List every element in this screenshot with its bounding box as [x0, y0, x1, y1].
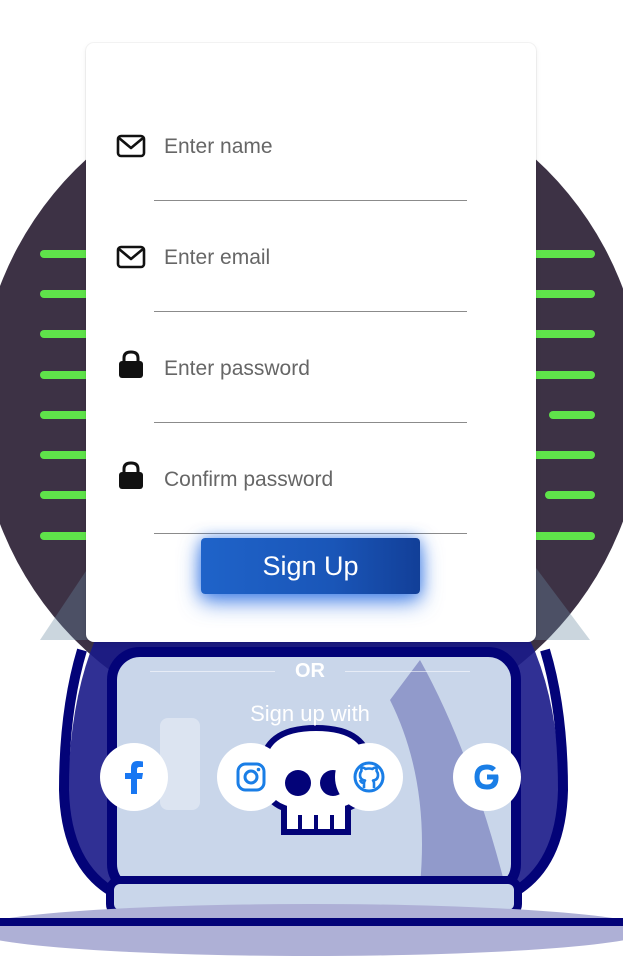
- lock-icon: [119, 350, 143, 378]
- google-icon: [474, 764, 499, 790]
- or-divider: OR: [150, 660, 470, 684]
- name-underline: [154, 200, 467, 201]
- name-input[interactable]: [164, 129, 464, 165]
- envelope-icon: [116, 134, 146, 158]
- lock-icon: [119, 461, 143, 489]
- envelope-icon: [116, 245, 146, 269]
- confirm-password-underline: [154, 533, 467, 534]
- sign-up-button[interactable]: Sign Up: [201, 538, 420, 594]
- or-text: OR: [295, 660, 325, 682]
- confirm-password-field: [86, 424, 536, 534]
- password-underline: [154, 422, 467, 423]
- github-icon: [353, 761, 385, 793]
- name-field: [86, 91, 536, 201]
- password-input[interactable]: [164, 351, 464, 387]
- github-button[interactable]: [335, 743, 403, 811]
- confirm-password-input[interactable]: [164, 462, 464, 498]
- email-underline: [154, 311, 467, 312]
- instagram-icon: [236, 762, 266, 792]
- instagram-button[interactable]: [217, 743, 285, 811]
- google-button[interactable]: [453, 743, 521, 811]
- email-input[interactable]: [164, 240, 464, 276]
- facebook-icon: [125, 761, 143, 794]
- facebook-button[interactable]: [100, 743, 168, 811]
- sign-up-with-heading: Sign up with: [250, 701, 370, 726]
- password-field: [86, 313, 536, 423]
- email-field: [86, 202, 536, 312]
